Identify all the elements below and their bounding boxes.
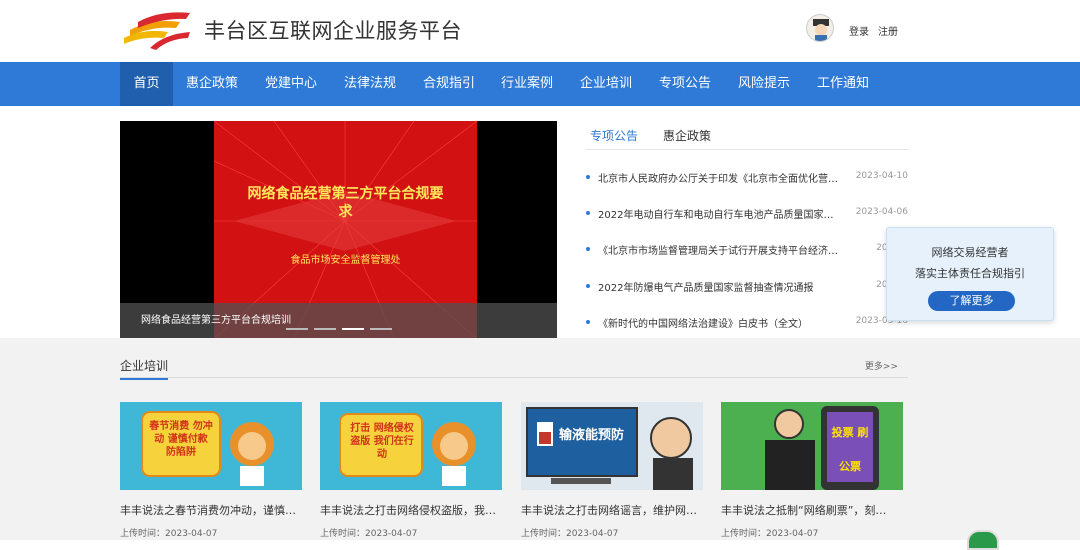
tab-special-notices[interactable]: 专项公告	[590, 127, 638, 144]
list-item[interactable]: 北京市人民政府办公厅关于印发《北京市全面优化营商环境… 2023-04-10	[586, 168, 908, 188]
nav-item-cases[interactable]: 行业案例	[494, 62, 560, 106]
computer-monitor-icon	[521, 402, 703, 490]
bullet-icon	[586, 320, 590, 324]
floating-service-icon[interactable]	[967, 530, 999, 550]
list-item[interactable]: 2022年防爆电气产品质量国家监督抽查情况通报 2023-0	[586, 277, 908, 297]
popup-line2: 落实主体责任合规指引	[915, 267, 1025, 280]
login-link[interactable]: 登录	[849, 23, 869, 38]
bullet-icon	[586, 175, 590, 179]
carousel-dot[interactable]	[286, 328, 308, 330]
date-value: 2023-04-07	[766, 529, 819, 539]
banner-subline: 食品市场安全监督管理处	[290, 255, 401, 266]
section-title: 企业培训	[120, 357, 169, 380]
user-avatar[interactable]	[806, 14, 834, 42]
nav-item-compliance[interactable]: 合规指引	[416, 62, 482, 106]
tab-policy[interactable]: 惠企政策	[663, 127, 711, 144]
card-date: 上传时间：2023-04-07	[721, 526, 818, 539]
news-tabs: 专项公告 惠企政策	[586, 120, 908, 150]
nav-item-training[interactable]: 企业培训	[573, 62, 639, 106]
bullet-icon	[586, 284, 590, 288]
list-item[interactable]: 《北京市市场监督管理局关于试行开展支持平台经济… 2023-0	[586, 240, 908, 260]
card-title[interactable]: 丰丰说法之春节消费勿冲动，谨慎…	[120, 502, 302, 518]
site-header: 丰台区互联网企业服务平台 登录 注册	[0, 0, 1080, 62]
card-thumbnail[interactable]: 输液能预防	[521, 402, 703, 490]
date-prefix: 上传时间：	[521, 529, 567, 539]
nav-item-policy[interactable]: 惠企政策	[180, 62, 244, 106]
date-prefix: 上传时间：	[721, 529, 767, 539]
card-image-text: 投票 刷公票	[831, 426, 869, 473]
carousel-dot[interactable]	[370, 328, 392, 330]
card-title[interactable]: 丰丰说法之抵制“网络刷票”，刻…	[721, 502, 903, 518]
training-card[interactable]: 打击 网络侵权盗版 我们在行动 丰丰说法之打击网络侵权盗版，我… 上传时间：20…	[320, 402, 502, 540]
learn-more-button[interactable]: 了解更多	[928, 291, 1015, 311]
site-title: 丰台区互联网企业服务平台	[204, 19, 462, 43]
training-section-header: 企业培训 更多>>	[120, 354, 908, 380]
card-image-text: 打击 网络侵权盗版 我们在行动	[350, 423, 414, 460]
register-link[interactable]: 注册	[878, 23, 898, 38]
date-value: 2023-04-07	[365, 529, 418, 539]
nav-item-law[interactable]: 法律法规	[337, 62, 403, 106]
news-title[interactable]: 北京市人民政府办公厅关于印发《北京市全面优化营商环境…	[598, 170, 838, 185]
news-title[interactable]: 《北京市市场监督管理局关于试行开展支持平台经济…	[598, 242, 838, 257]
card-image-text: 输液能预防	[559, 428, 625, 443]
carousel-dot-active[interactable]	[342, 328, 364, 330]
news-title[interactable]: 2022年电动自行车和电动自行车电池产品质量国家监…	[598, 206, 838, 221]
news-title[interactable]: 2022年防爆电气产品质量国家监督抽查情况通报	[598, 279, 838, 294]
banner-headline: 网络食品经营第三方平台合规要求	[247, 186, 444, 220]
news-title[interactable]: 《新时代的中国网络法治建设》白皮书（全文）	[598, 315, 838, 330]
avatar-icon	[813, 19, 829, 41]
date-prefix: 上传时间：	[320, 529, 366, 539]
date-value: 2023-04-07	[566, 529, 619, 539]
card-thumbnail[interactable]: 打击 网络侵权盗版 我们在行动	[320, 402, 502, 490]
training-card[interactable]: 输液能预防 丰丰说法之打击网络谣言，维护网… 上传时间：2023-04-07	[521, 402, 703, 540]
nav-item-party[interactable]: 党建中心	[258, 62, 324, 106]
news-date: 2023-04-06	[855, 207, 908, 217]
nav-item-work[interactable]: 工作通知	[810, 62, 876, 106]
popup-line1: 网络交易经营者	[931, 246, 1009, 259]
carousel-dot[interactable]	[314, 328, 336, 330]
bullet-icon	[586, 247, 590, 251]
training-card[interactable]: 投票 刷公票 丰丰说法之抵制“网络刷票”，刻… 上传时间：2023-04-07	[721, 402, 903, 540]
list-item[interactable]: 《新时代的中国网络法治建设》白皮书（全文） 2023-03-16	[586, 313, 908, 333]
card-date: 上传时间：2023-04-07	[320, 526, 417, 539]
news-date: 2023-04-10	[855, 171, 908, 181]
list-item[interactable]: 2022年电动自行车和电动自行车电池产品质量国家监… 2023-04-06	[586, 204, 908, 224]
card-title[interactable]: 丰丰说法之打击网络谣言，维护网…	[521, 502, 703, 518]
bullet-icon	[586, 211, 590, 215]
nav-item-home[interactable]: 首页	[120, 62, 173, 106]
card-thumbnail[interactable]: 投票 刷公票	[721, 402, 903, 490]
date-prefix: 上传时间：	[120, 529, 166, 539]
training-card[interactable]: 春节消费 勿冲动 谨慎付款 防陷阱 丰丰说法之春节消费勿冲动，谨慎… 上传时间：…	[120, 402, 302, 540]
nav-item-risk[interactable]: 风险提示	[731, 62, 797, 106]
banner-carousel[interactable]: 网络食品经营第三方平台合规要求 食品市场安全监督管理处 网络食品经营第三方平台合…	[120, 121, 557, 339]
card-date: 上传时间：2023-04-07	[120, 526, 217, 539]
phone-vote-icon	[765, 406, 879, 490]
card-title[interactable]: 丰丰说法之打击网络侵权盗版，我…	[320, 502, 502, 518]
card-date: 上传时间：2023-04-07	[521, 526, 618, 539]
main-nav: 首页 惠企政策 党建中心 法律法规 合规指引 行业案例 企业培训 专项公告 风险…	[0, 62, 1080, 106]
card-image-text: 春节消费 勿冲动 谨慎付款 防陷阱	[149, 421, 213, 458]
guide-popup: 网络交易经营者 落实主体责任合规指引 了解更多	[886, 227, 1054, 321]
more-link[interactable]: 更多>>	[865, 359, 898, 372]
date-value: 2023-04-07	[165, 529, 218, 539]
card-thumbnail[interactable]: 春节消费 勿冲动 谨慎付款 防陷阱	[120, 402, 302, 490]
platform-logo-icon	[124, 12, 190, 50]
nav-item-notices[interactable]: 专项公告	[652, 62, 718, 106]
banner-caption[interactable]: 网络食品经营第三方平台合规培训	[120, 303, 557, 339]
